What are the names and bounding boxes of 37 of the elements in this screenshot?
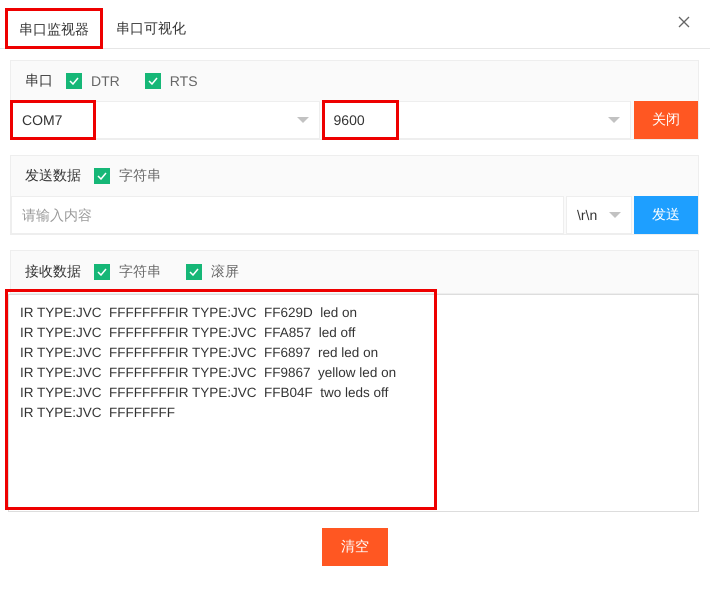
- input-field[interactable]: 请输入内容: [11, 196, 564, 234]
- log-line: IR TYPE:JVC FFFFFFFFIR TYPE:JVC FF6897 red led on: [20, 344, 380, 362]
- checkbox-label: DTR: [91, 73, 120, 89]
- caret-icon: [609, 212, 621, 218]
- checkbox[interactable]: [66, 73, 82, 89]
- checkmark-icon: [148, 77, 158, 85]
- select-value: 9600: [324, 102, 397, 138]
- checkmark-icon: [97, 172, 107, 180]
- checkmark-icon: [189, 268, 199, 276]
- log-line: IR TYPE:JVC FFFFFFFFIR TYPE:JVC FF629D led on: [20, 304, 358, 322]
- log-line: IR TYPE:JVC FFFFFFFFIR TYPE:JVC FF9867 yellow led on: [20, 364, 398, 382]
- caret-icon: [296, 117, 308, 123]
- checkbox-label: 滚屏: [211, 263, 239, 281]
- log-line: IR TYPE:JVC FFFFFFFFIR TYPE:JVC FFA857 led off: [20, 324, 356, 342]
- baud-select[interactable]: 9600: [322, 101, 631, 139]
- checkmark-icon: [97, 268, 107, 276]
- log-line: IR TYPE:JVC FFFFFFFFIR TYPE:JVC FFB04F two leds off: [20, 384, 390, 402]
- caret-icon: [608, 117, 620, 123]
- section-label: 发送数据: [25, 167, 81, 185]
- line-ending-select[interactable]: \r\n: [566, 196, 632, 234]
- tab[interactable]: 串口监视器: [5, 8, 103, 48]
- checkbox-label: 字符串: [119, 263, 161, 281]
- checkbox[interactable]: [144, 73, 161, 89]
- tab[interactable]: 串口可视化: [103, 8, 199, 48]
- select-value: COM7: [12, 102, 94, 138]
- checkbox-label: RTS: [170, 73, 198, 89]
- checkbox[interactable]: [186, 264, 202, 280]
- section-label: 串口: [25, 72, 53, 90]
- checkbox-label: 字符串: [119, 167, 161, 185]
- log-line: IR TYPE:JVC FFFFFFFF: [20, 404, 176, 422]
- checkbox[interactable]: [94, 168, 110, 184]
- port-select[interactable]: COM7: [11, 101, 320, 139]
- section-label: 接收数据: [25, 263, 81, 281]
- close-icon[interactable]: [678, 16, 690, 28]
- checkmark-icon: [69, 77, 79, 85]
- select-value: \r\n: [577, 206, 598, 225]
- checkbox[interactable]: [94, 264, 110, 280]
